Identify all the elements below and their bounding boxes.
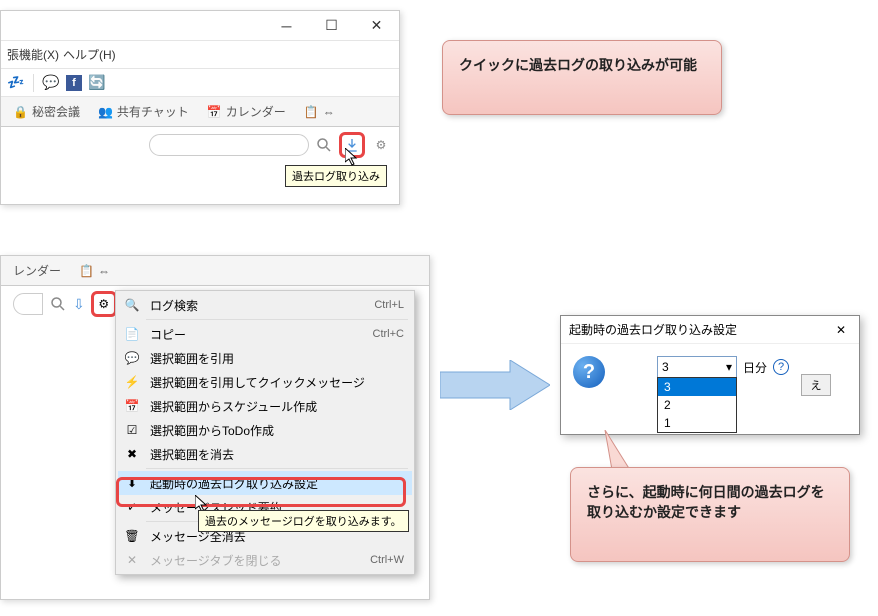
menu-label: 選択範囲を引用 [150, 350, 404, 367]
menu-schedule[interactable]: 📅 選択範囲からスケジュール作成 [118, 394, 412, 418]
shortcut: Ctrl+C [373, 328, 404, 340]
tab-bar: 🔒 秘密会議 👥 共有チャット 📅 カレンダー 📋 ⇔ [1, 97, 399, 127]
refresh-icon[interactable]: 🔄 [88, 74, 106, 92]
ok-button-partial[interactable]: え [801, 374, 831, 396]
away-icon[interactable]: 💤 [7, 74, 25, 92]
callout-quick-import: クイックに過去ログの取り込みが可能 [442, 40, 722, 115]
copy-icon: 📄 [122, 325, 142, 343]
calendar-icon: 📅 [207, 105, 222, 119]
tab-more[interactable]: 📋 ⇔ [296, 101, 343, 123]
menu-help[interactable]: ヘルプ(H) [63, 46, 116, 63]
menu-startup-import-settings[interactable]: ⬇ 起動時の過去ログ取り込み設定 [118, 471, 412, 495]
shortcut: Ctrl+W [370, 554, 404, 566]
icon-toolbar: 💤 💬 f 🔄 [1, 69, 399, 97]
menu-label: コピー [150, 326, 365, 343]
option-1[interactable]: 1 [658, 414, 736, 432]
flow-arrow [440, 360, 550, 410]
menu-todo[interactable]: ☑ 選択範囲からToDo作成 [118, 418, 412, 442]
menu-label: 選択範囲を消去 [150, 446, 404, 463]
days-label: 日分 [743, 359, 767, 376]
dialog-title-text: 起動時の過去ログ取り込み設定 [569, 321, 737, 338]
quote-icon: 💬 [122, 349, 142, 367]
help-small-icon[interactable]: ? [773, 359, 789, 375]
tab-secret-meeting[interactable]: 🔒 秘密会議 [5, 99, 88, 124]
lock-icon: 🔒 [13, 105, 28, 119]
menu-label: ログ検索 [150, 297, 366, 314]
menu-tooltip: 過去のメッセージログを取り込みます。 [198, 510, 409, 532]
tab-label: 共有チャット [117, 103, 189, 120]
menubar: 張機能(X) ヘルプ(H) [1, 41, 399, 69]
startup-import-dialog: 起動時の過去ログ取り込み設定 ✕ ? 3 ▾ 3 2 1 日分 ? え [560, 315, 860, 435]
search-toolbar: ⚙ [1, 127, 399, 163]
callout-startup-days: さらに、起動時に何日間の過去ログを取り込むか設定できます [570, 467, 850, 562]
message-icon[interactable]: 💬 [42, 74, 60, 92]
shortcut: Ctrl+L [374, 299, 404, 311]
menu-quote-quick[interactable]: ⚡ 選択範囲を引用してクイックメッセージ [118, 370, 412, 394]
days-select-wrapper: 3 ▾ 3 2 1 [657, 356, 737, 378]
minimize-button[interactable]: ─ [264, 12, 309, 40]
tab-label: 秘密会議 [32, 103, 80, 120]
tab-bar-2: レンダー 📋 ⇔ [1, 256, 429, 286]
maximize-button[interactable]: ☐ [309, 12, 354, 40]
import-settings-icon: ⬇ [122, 474, 142, 492]
search-fragment[interactable] [13, 293, 43, 315]
menu-close-tab: ✕ メッセージタブを閉じる Ctrl+W [118, 548, 412, 572]
trash-icon: 🗑 [122, 527, 142, 545]
menu-copy[interactable]: 📄 コピー Ctrl+C [118, 322, 412, 346]
option-2[interactable]: 2 [658, 396, 736, 414]
search-icon[interactable] [315, 136, 333, 154]
help-icon: ? [573, 356, 605, 388]
todo-icon: ☑ [122, 421, 142, 439]
chevron-down-icon: ▾ [726, 360, 732, 374]
import-log-button[interactable] [339, 132, 365, 158]
search-input[interactable] [149, 134, 309, 156]
close-icon: ✕ [122, 551, 142, 569]
import-icon[interactable]: ⇩ [73, 296, 85, 313]
close-button[interactable]: ✕ [354, 12, 399, 40]
people-icon: 👥 [98, 105, 113, 119]
context-menu: 🔍 ログ検索 Ctrl+L 📄 コピー Ctrl+C 💬 選択範囲を引用 ⚡ 選… [115, 290, 415, 575]
menu-log-search[interactable]: 🔍 ログ検索 Ctrl+L [118, 293, 412, 317]
menu-label: 選択範囲を引用してクイックメッセージ [150, 374, 404, 391]
menu-label: 起動時の過去ログ取り込み設定 [150, 475, 404, 492]
titlebar: ─ ☐ ✕ [1, 11, 399, 41]
menu-quote[interactable]: 💬 選択範囲を引用 [118, 346, 412, 370]
settings-icon[interactable]: ⚙ [371, 135, 391, 155]
note-icon: 📋 [304, 105, 319, 119]
settings-button-highlighted[interactable]: ⚙ [91, 291, 117, 317]
tab-more-2[interactable]: 📋 ⇔ [71, 260, 118, 282]
menu-label: メッセージタブを閉じる [150, 552, 362, 569]
tab-label: カレンダー [226, 103, 286, 120]
menu-extensions[interactable]: 張機能(X) [7, 46, 59, 63]
note-icon: 📋 [79, 264, 94, 278]
select-value: 3 [662, 360, 669, 374]
calendar-icon: 📅 [122, 397, 142, 415]
check-icon: ✓ [122, 498, 142, 516]
days-select[interactable]: 3 ▾ [657, 356, 737, 378]
resize-handle-icon: ⇔ [323, 105, 335, 119]
tab-calendar-2[interactable]: レンダー [5, 258, 69, 283]
tab-calendar[interactable]: 📅 カレンダー [199, 99, 294, 124]
facebook-icon[interactable]: f [66, 75, 82, 91]
search-icon: 🔍 [122, 296, 142, 314]
menu-erase[interactable]: ✖ 選択範囲を消去 [118, 442, 412, 466]
option-3[interactable]: 3 [658, 378, 736, 396]
menu-label: 選択範囲からToDo作成 [150, 422, 404, 439]
menu-label: 選択範囲からスケジュール作成 [150, 398, 404, 415]
days-dropdown: 3 2 1 [657, 377, 737, 433]
erase-icon: ✖ [122, 445, 142, 463]
search-icon[interactable] [49, 295, 67, 313]
quick-message-icon: ⚡ [122, 373, 142, 391]
dialog-titlebar: 起動時の過去ログ取り込み設定 ✕ [561, 316, 859, 344]
resize-handle-icon: ⇔ [98, 264, 110, 278]
gear-icon: ⚙ [98, 297, 109, 311]
dialog-close-button[interactable]: ✕ [831, 320, 851, 340]
import-tooltip: 過去ログ取り込み [285, 165, 387, 187]
tab-label: レンダー [13, 262, 61, 279]
tab-shared-chat[interactable]: 👥 共有チャット [90, 99, 197, 124]
